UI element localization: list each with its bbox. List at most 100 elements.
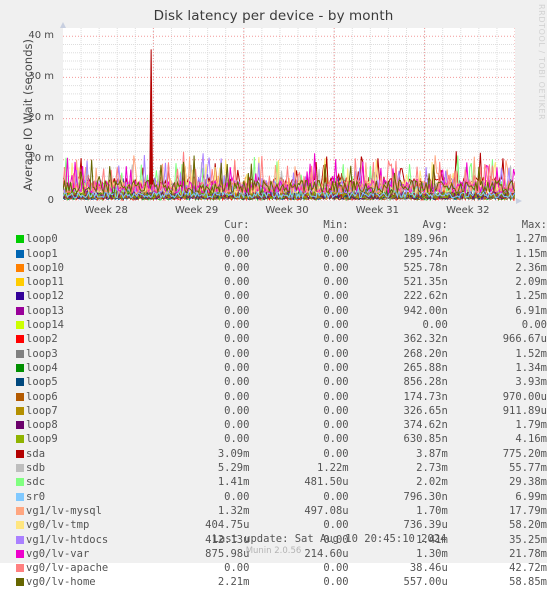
color-swatch-icon [16, 449, 24, 458]
legend-value-min: 0.00 [323, 390, 349, 403]
legend-value-avg: 268.20n [403, 347, 448, 360]
legend-value-max: 1.25m [515, 290, 547, 303]
legend-value-avg: 374.62n [403, 419, 448, 432]
legend-value-min: 481.50u [304, 476, 349, 489]
legend-value-min: 0.00 [323, 247, 349, 260]
legend-value-min: 497.08u [304, 504, 349, 517]
legend-row: sdc 1.41m 481.50u 2.02m 29.38m [0, 475, 547, 489]
x-tick-label: Week 28 [84, 205, 128, 216]
legend-value-avg: 362.32n [403, 333, 448, 346]
legend-value-cur: 0.00 [224, 390, 250, 403]
x-tick-label: Week 30 [265, 205, 309, 216]
legend-row: vg0/lv-apache 0.00 0.00 38.46u 42.72m [0, 561, 547, 575]
color-swatch-icon [16, 464, 24, 473]
legend-value-avg: 222.62n [403, 290, 448, 303]
legend-row: loop14 0.00 0.00 0.00 0.00 [0, 318, 547, 332]
color-swatch-icon [16, 263, 24, 272]
color-swatch-icon [16, 235, 24, 244]
legend-value-avg: 557.00u [403, 576, 448, 589]
legend-value-max: 29.38m [509, 476, 547, 489]
color-swatch-icon [16, 335, 24, 344]
legend-value-cur: 0.00 [224, 276, 250, 289]
x-tick-label: Week 29 [174, 205, 219, 216]
legend-series-name: loop7 [26, 404, 58, 417]
legend-color-swatch [0, 432, 26, 446]
legend-value-cur: 0.00 [224, 433, 250, 446]
legend-row: loop3 0.00 0.00 268.20n 1.52m [0, 347, 547, 361]
legend-value-min: 0.00 [323, 290, 349, 303]
legend-color-swatch [0, 375, 26, 389]
legend-value-cur: 0.00 [224, 361, 250, 374]
legend-row: loop2 0.00 0.00 362.32n 966.67u [0, 332, 547, 346]
legend-value-cur: 0.00 [224, 290, 250, 303]
color-swatch-icon [16, 392, 24, 401]
legend-value-min: 0.00 [323, 276, 349, 289]
legend-value-min: 1.22m [317, 462, 349, 475]
color-swatch-icon [16, 363, 24, 372]
legend-value-max: 58.85m [509, 576, 547, 589]
legend-value-cur: 1.41m [217, 476, 250, 489]
color-swatch-icon [16, 492, 24, 501]
legend-value-cur: 404.75u [205, 519, 250, 532]
legend-value-max: 2.09m [515, 276, 547, 289]
legend-row: loop8 0.00 0.00 374.62n 1.79m [0, 418, 547, 432]
legend-row: vg0/lv-tmp 404.75u 0.00 736.39u 58.20m [0, 518, 547, 532]
legend-color-swatch [0, 447, 26, 461]
legend-series-name: loop6 [26, 390, 58, 403]
legend-color-swatch [0, 232, 26, 246]
legend-value-max: 775.20m [502, 447, 547, 460]
legend-value-avg: 525.78n [403, 261, 448, 274]
legend-color-swatch [0, 518, 26, 532]
legend-value-cur: 0.00 [224, 376, 250, 389]
x-tick-label: Week 32 [446, 205, 490, 216]
y-tick-label: 20 m [28, 112, 54, 124]
legend-row: loop1 0.00 0.00 295.74n 1.15m [0, 247, 547, 261]
legend-value-avg: 1.70m [416, 504, 448, 517]
legend-value-cur: 0.00 [224, 419, 250, 432]
legend-value-avg: 856.28n [403, 376, 448, 389]
legend-series-name: vg1/lv-mysql [26, 504, 102, 517]
legend-series-name: loop13 [26, 304, 64, 317]
legend-header-min: Min: [323, 219, 349, 231]
legend-value-avg: 942.00n [403, 304, 448, 317]
legend-row: loop7 0.00 0.00 326.65n 911.89u [0, 404, 547, 418]
legend-row: loop4 0.00 0.00 265.88n 1.34m [0, 361, 547, 375]
legend-series-name: loop5 [26, 376, 58, 389]
y-tick-label: 40 m [28, 29, 54, 41]
legend-color-swatch [0, 318, 26, 332]
legend-color-swatch [0, 561, 26, 575]
color-swatch-icon [16, 421, 24, 430]
legend-value-max: 911.89u [502, 404, 547, 417]
legend-value-cur: 3.09m [217, 447, 250, 460]
legend-value-cur: 0.00 [224, 261, 250, 274]
legend-color-swatch [0, 304, 26, 318]
legend-color-swatch [0, 261, 26, 275]
legend-value-min: 0.00 [323, 361, 349, 374]
legend-series-name: loop0 [26, 233, 58, 246]
legend-value-avg: 3.87m [416, 447, 448, 460]
legend-series-name: loop10 [26, 261, 64, 274]
legend-value-min: 0.00 [323, 319, 349, 332]
legend-value-avg: 189.96n [403, 233, 448, 246]
legend-value-max: 0.00 [521, 319, 547, 332]
legend-value-max: 4.16m [515, 433, 547, 446]
legend-color-swatch [0, 361, 26, 375]
chart-canvas [63, 28, 515, 201]
legend-value-avg: 2.02m [416, 476, 448, 489]
legend-row: sda 3.09m 0.00 3.87m 775.20m [0, 447, 547, 461]
legend-color-swatch [0, 275, 26, 289]
legend-value-min: 0.00 [323, 576, 349, 589]
legend-header-name [26, 218, 150, 232]
legend-series-name: loop11 [26, 276, 64, 289]
legend-color-swatch [0, 404, 26, 418]
legend-value-max: 1.34m [515, 361, 547, 374]
legend-header-row: Cur: Min: Avg: Max: [0, 218, 547, 232]
color-swatch-icon [16, 578, 24, 587]
page-title: Disk latency per device - by month [153, 8, 394, 24]
color-swatch-icon [16, 506, 24, 515]
legend-value-cur: 2.21m [217, 576, 250, 589]
legend-value-max: 1.27m [515, 233, 547, 246]
legend-value-max: 2.36m [515, 261, 547, 274]
color-swatch-icon [16, 249, 24, 258]
legend-color-swatch [0, 475, 26, 489]
